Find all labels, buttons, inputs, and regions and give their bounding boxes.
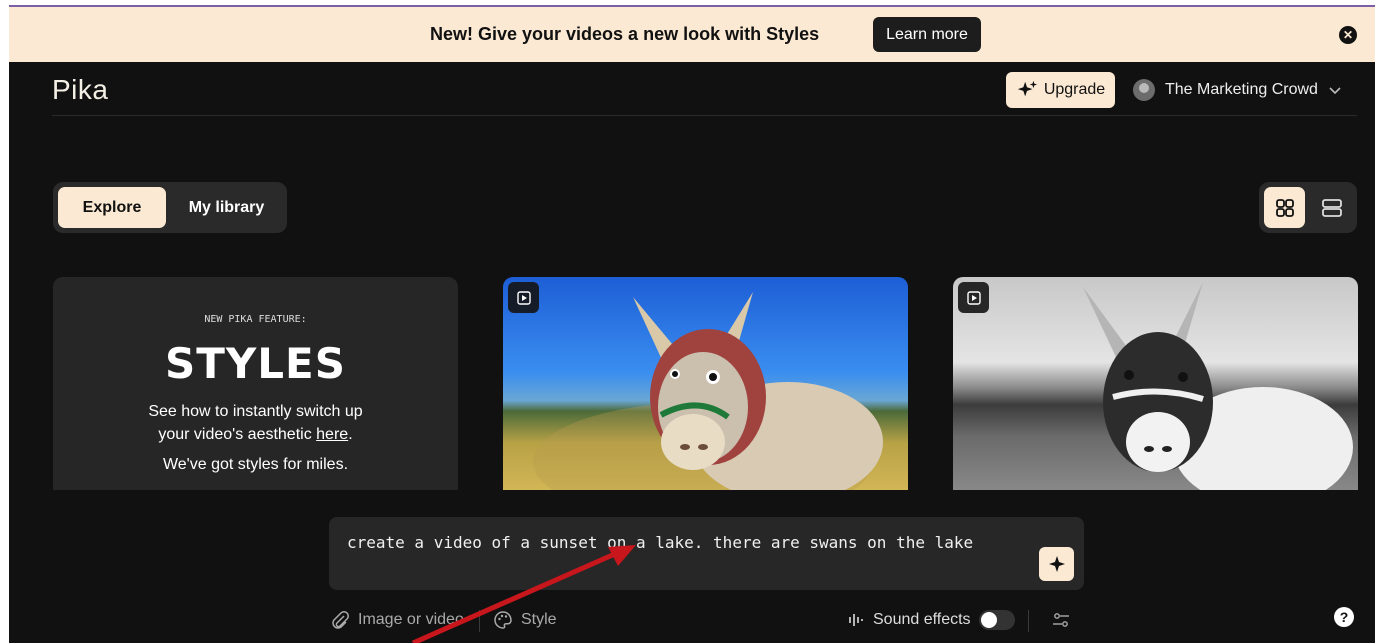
promo-desc-line1: See how to instantly switch up: [148, 403, 363, 420]
promo-desc-period: .: [348, 426, 353, 443]
account-name: The Marketing Crowd: [1165, 81, 1318, 98]
sound-effects-label: Sound effects: [873, 611, 971, 628]
palette-icon: [494, 611, 512, 629]
close-icon[interactable]: ✕: [1339, 26, 1357, 44]
help-button[interactable]: ?: [1334, 607, 1354, 627]
promo-description: See how to instantly switch up your vide…: [53, 400, 458, 446]
account-menu[interactable]: The Marketing Crowd: [1133, 77, 1342, 103]
library-tabs: Explore My library: [53, 182, 287, 233]
sparkle-icon: [1017, 80, 1037, 97]
avatar: [1133, 79, 1155, 101]
list-view-button[interactable]: [1311, 187, 1352, 228]
style-button[interactable]: Style: [493, 610, 557, 630]
promo-more-text: We've got styles for miles.: [162, 456, 349, 473]
prompt-text[interactable]: create a video of a sunset on a lake. th…: [347, 530, 1007, 556]
donkey-bw-image: [1083, 282, 1353, 490]
grid-view-icon: [1275, 198, 1294, 217]
video-card[interactable]: [953, 277, 1358, 490]
sliders-icon: [1053, 613, 1069, 627]
app-window: New! Give your videos a new look with St…: [9, 5, 1375, 643]
chevron-down-icon: [1329, 87, 1341, 95]
sound-effects-control: Sound effects: [847, 610, 1015, 630]
announcement-banner: New! Give your videos a new look with St…: [9, 7, 1375, 62]
learn-more-button[interactable]: Learn more: [873, 17, 981, 52]
grid-view-button[interactable]: [1264, 187, 1305, 228]
pika-logo[interactable]: Pika: [52, 74, 108, 106]
video-card[interactable]: [503, 277, 908, 490]
list-view-icon: [1321, 198, 1342, 217]
paperclip-icon: [332, 611, 349, 629]
promo-here-link[interactable]: here: [316, 426, 348, 443]
settings-button[interactable]: [1051, 610, 1071, 630]
tab-explore[interactable]: Explore: [58, 187, 166, 228]
toolbar-divider: [1028, 610, 1029, 632]
attach-media-button[interactable]: Image or video: [330, 610, 464, 630]
styles-promo-card[interactable]: NEW PIKA FEATURE: STYLES See how to inst…: [53, 277, 458, 490]
attach-label: Image or video: [358, 611, 464, 628]
generate-button[interactable]: [1039, 547, 1074, 581]
promo-title: STYLES: [164, 339, 346, 388]
sound-effects-toggle[interactable]: [978, 610, 1015, 630]
upgrade-label: Upgrade: [1043, 81, 1106, 98]
promo-kicker: NEW PIKA FEATURE:: [204, 314, 307, 325]
toolbar-divider: [479, 610, 480, 632]
header-divider: [52, 115, 1357, 116]
play-icon: [508, 282, 539, 313]
view-toggle: [1259, 182, 1357, 233]
style-label: Style: [521, 611, 557, 628]
tab-my-library[interactable]: My library: [171, 187, 282, 228]
donkey-image: [533, 292, 883, 490]
promo-desc-line2: your video's aesthetic: [158, 426, 317, 443]
prompt-input[interactable]: create a video of a sunset on a lake. th…: [329, 517, 1084, 590]
banner-text: New! Give your videos a new look with St…: [430, 24, 820, 44]
upgrade-button[interactable]: Upgrade: [1006, 72, 1115, 108]
sound-wave-icon: [849, 614, 863, 626]
sparkle-icon: [1048, 556, 1065, 572]
play-icon: [958, 282, 989, 313]
